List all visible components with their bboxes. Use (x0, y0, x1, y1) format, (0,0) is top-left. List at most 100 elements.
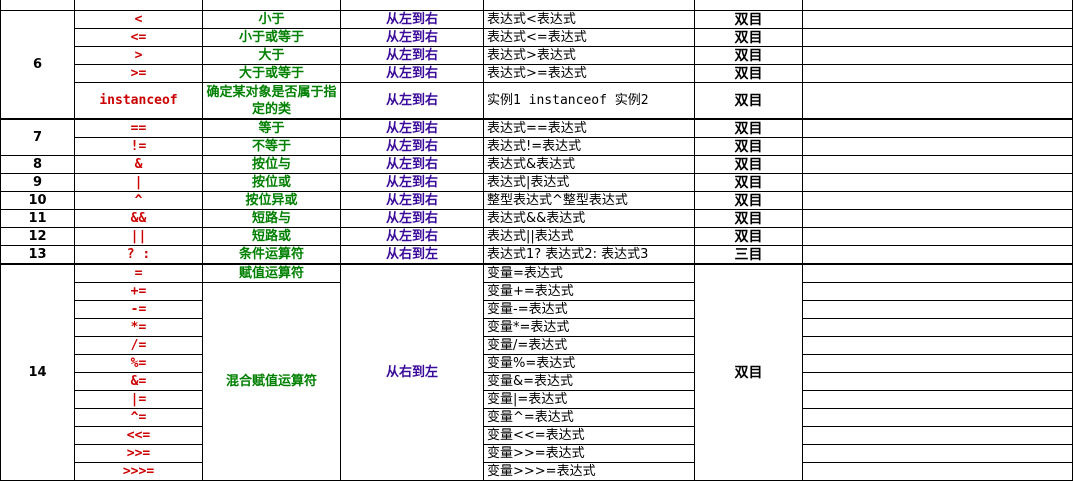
operator-cell[interactable]: || (74, 227, 203, 246)
empty-cell[interactable] (802, 209, 1073, 228)
expression-cell[interactable]: 变量-=表达式 (483, 300, 695, 319)
operator-cell[interactable]: != (74, 137, 203, 156)
operator-cell[interactable]: == (74, 118, 203, 138)
empty-cell[interactable] (802, 318, 1073, 337)
operator-cell[interactable]: |= (74, 390, 203, 409)
name-cell[interactable]: 不等于 (202, 137, 341, 156)
expression-cell[interactable]: 表达式!=表达式 (483, 137, 695, 156)
operator-cell[interactable]: >>>= (74, 462, 203, 481)
associativity-cell[interactable]: 从左到右 (340, 46, 484, 65)
operator-cell[interactable]: += (74, 282, 203, 301)
arity-cell[interactable]: 双目 (694, 173, 803, 192)
operator-cell[interactable]: && (74, 209, 203, 228)
expression-cell[interactable]: 变量+=表达式 (483, 282, 695, 301)
level-cell[interactable]: 13 (0, 245, 75, 265)
name-cell[interactable]: 条件运算符 (202, 245, 341, 265)
level-cell[interactable]: 10 (0, 191, 75, 210)
operator-cell[interactable]: <<= (74, 426, 203, 445)
arity-cell[interactable]: 双目 (694, 137, 803, 156)
level-cell[interactable]: 12 (0, 227, 75, 246)
empty-cell[interactable] (802, 28, 1073, 47)
empty-cell[interactable] (802, 462, 1073, 481)
empty-cell[interactable] (802, 245, 1073, 265)
operator-cell[interactable]: >= (74, 64, 203, 83)
name-cell[interactable]: 短路或 (202, 227, 341, 246)
associativity-cell[interactable]: 从左到右 (340, 137, 484, 156)
arity-cell[interactable]: 双目 (694, 263, 803, 481)
empty-cell[interactable] (802, 426, 1073, 445)
level-cell[interactable]: 14 (0, 263, 75, 481)
expression-cell[interactable]: 表达式==表达式 (483, 118, 695, 138)
name-cell[interactable]: 确定某对象是否属于指定的类 (202, 82, 341, 120)
expression-cell[interactable]: 表达式||表达式 (483, 227, 695, 246)
operator-cell[interactable]: %= (74, 354, 203, 373)
empty-cell[interactable] (802, 10, 1073, 29)
operator-cell[interactable]: < (74, 10, 203, 29)
operator-cell[interactable]: > (74, 46, 203, 65)
operator-cell[interactable]: /= (74, 336, 203, 355)
name-cell[interactable]: 按位与 (202, 155, 341, 174)
name-cell[interactable]: 大于 (202, 46, 341, 65)
empty-cell[interactable] (802, 263, 1073, 283)
empty-cell[interactable] (802, 300, 1073, 319)
expression-cell[interactable]: 表达式&表达式 (483, 155, 695, 174)
empty-cell[interactable] (802, 64, 1073, 83)
associativity-cell[interactable]: 从左到右 (340, 10, 484, 29)
level-cell[interactable]: 11 (0, 209, 75, 228)
empty-cell[interactable] (802, 82, 1073, 120)
expression-cell[interactable]: 表达式1? 表达式2: 表达式3 (483, 245, 695, 265)
name-cell[interactable]: 短路与 (202, 209, 341, 228)
level-cell[interactable]: 8 (0, 155, 75, 174)
name-cell[interactable]: 按位或 (202, 173, 341, 192)
arity-cell[interactable]: 双目 (694, 46, 803, 65)
name-cell[interactable]: 等于 (202, 118, 341, 138)
expression-cell[interactable]: 表达式>=表达式 (483, 64, 695, 83)
expression-cell[interactable]: 实例1 instanceof 实例2 (483, 82, 695, 120)
associativity-cell[interactable]: 从左到右 (340, 227, 484, 246)
operator-cell[interactable]: <= (74, 28, 203, 47)
name-cell[interactable]: 按位异或 (202, 191, 341, 210)
arity-cell[interactable]: 双目 (694, 155, 803, 174)
operator-cell[interactable]: >>= (74, 444, 203, 463)
associativity-cell[interactable]: 从左到右 (340, 28, 484, 47)
expression-cell[interactable]: 变量%=表达式 (483, 354, 695, 373)
expression-cell[interactable] (483, 0, 695, 11)
name-cell[interactable]: 赋值运算符 (202, 263, 341, 283)
expression-cell[interactable]: 整型表达式^整型表达式 (483, 191, 695, 210)
operator-cell[interactable] (74, 0, 203, 11)
empty-cell[interactable] (802, 155, 1073, 174)
arity-cell[interactable]: 双目 (694, 82, 803, 120)
expression-cell[interactable]: 变量>>=表达式 (483, 444, 695, 463)
arity-cell[interactable]: 双目 (694, 191, 803, 210)
arity-cell[interactable]: 双目 (694, 64, 803, 83)
expression-cell[interactable]: 表达式<表达式 (483, 10, 695, 29)
expression-cell[interactable]: 变量=表达式 (483, 263, 695, 283)
expression-cell[interactable]: 变量/=表达式 (483, 336, 695, 355)
arity-cell[interactable]: 双目 (694, 28, 803, 47)
operator-cell[interactable]: *= (74, 318, 203, 337)
expression-cell[interactable]: 变量|=表达式 (483, 390, 695, 409)
operator-cell[interactable]: -= (74, 300, 203, 319)
name-cell[interactable]: 大于或等于 (202, 64, 341, 83)
empty-cell[interactable] (802, 354, 1073, 373)
expression-cell[interactable]: 变量<<=表达式 (483, 426, 695, 445)
expression-cell[interactable]: 变量^=表达式 (483, 408, 695, 427)
arity-cell[interactable] (694, 0, 803, 11)
name-cell[interactable]: 混合赋值运算符 (202, 282, 341, 481)
arity-cell[interactable]: 三目 (694, 245, 803, 265)
level-cell[interactable]: 6 (0, 10, 75, 120)
associativity-cell[interactable]: 从左到右 (340, 191, 484, 210)
associativity-cell[interactable] (340, 0, 484, 11)
arity-cell[interactable]: 双目 (694, 10, 803, 29)
empty-cell[interactable] (802, 408, 1073, 427)
empty-cell[interactable] (802, 372, 1073, 391)
level-cell[interactable] (0, 0, 75, 11)
expression-cell[interactable]: 表达式<=表达式 (483, 28, 695, 47)
expression-cell[interactable]: 表达式|表达式 (483, 173, 695, 192)
associativity-cell[interactable]: 从左到右 (340, 118, 484, 138)
operator-cell[interactable]: ^ (74, 191, 203, 210)
expression-cell[interactable]: 变量*=表达式 (483, 318, 695, 337)
operator-cell[interactable]: & (74, 155, 203, 174)
arity-cell[interactable]: 双目 (694, 118, 803, 138)
name-cell[interactable]: 小于或等于 (202, 28, 341, 47)
